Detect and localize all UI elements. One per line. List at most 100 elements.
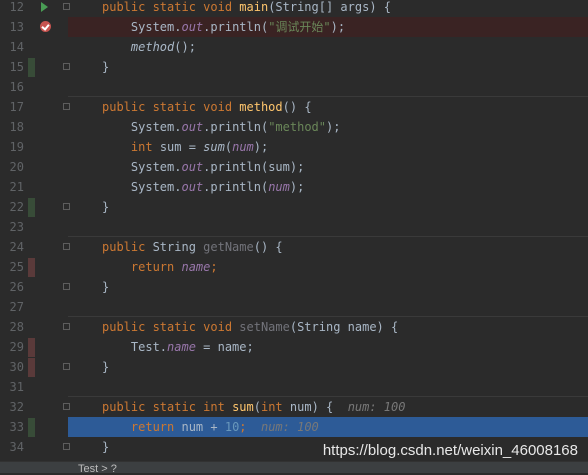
code-text[interactable]: int sum = sum(num); (102, 137, 268, 157)
line-number[interactable]: 27 (0, 297, 24, 317)
fold-close-icon[interactable] (63, 363, 70, 370)
breakpoint-icon[interactable] (40, 21, 51, 32)
code-text[interactable]: System.out.println(sum); (102, 157, 304, 177)
code-text[interactable]: } (102, 357, 109, 377)
code-text[interactable]: public static void setName(String name) … (102, 317, 398, 337)
line-number[interactable]: 25 (0, 257, 24, 277)
line-number[interactable]: 31 (0, 377, 24, 397)
code-text[interactable]: Test.name = name; (102, 337, 254, 357)
code-token: "调试开始" (268, 20, 331, 34)
code-token: ); (326, 120, 341, 134)
code-token: .println( (203, 20, 269, 34)
line-number[interactable]: 34 (0, 437, 24, 457)
code-text[interactable]: public static void method() { (102, 97, 312, 117)
code-line[interactable]: 18 System.out.println("method"); (0, 117, 588, 137)
line-number[interactable]: 13 (0, 17, 24, 37)
line-number[interactable]: 23 (0, 217, 24, 237)
code-line[interactable]: 28 public static void setName(String name… (0, 317, 588, 337)
code-line[interactable]: 25 return name; (0, 257, 588, 277)
line-number[interactable]: 18 (0, 117, 24, 137)
fold-close-icon[interactable] (63, 283, 70, 290)
code-line[interactable]: 14 method(); (0, 37, 588, 57)
line-number[interactable]: 29 (0, 337, 24, 357)
code-text[interactable]: System.out.println(num); (102, 177, 304, 197)
line-number[interactable]: 24 (0, 237, 24, 257)
code-line[interactable]: 24 public String getName() { (0, 237, 588, 257)
code-text[interactable]: method(); (102, 37, 196, 57)
code-line[interactable]: 21 System.out.println(num); (0, 177, 588, 197)
code-line[interactable]: 32 public static int sum(int num) { num: … (0, 397, 588, 417)
code-text[interactable]: return name; (102, 257, 218, 277)
code-line[interactable]: 22} (0, 197, 588, 217)
code-line[interactable]: 16 (0, 77, 588, 97)
code-token: String (152, 240, 204, 254)
line-number[interactable]: 15 (0, 57, 24, 77)
code-text[interactable]: System.out.println("method"); (102, 117, 341, 137)
code-text[interactable]: } (102, 437, 109, 457)
code-text[interactable]: System.out.println("调试开始"); (68, 17, 588, 37)
line-number[interactable]: 17 (0, 97, 24, 117)
line-number[interactable]: 30 (0, 357, 24, 377)
code-line[interactable]: 29 Test.name = name; (0, 337, 588, 357)
line-number[interactable]: 32 (0, 397, 24, 417)
code-line[interactable]: 33 return num + 10; num: 100 (0, 417, 588, 437)
code-line[interactable]: 31 (0, 377, 588, 397)
code-text[interactable]: public String getName() { (102, 237, 283, 257)
change-marker[interactable] (28, 358, 35, 377)
run-icon[interactable] (41, 2, 48, 12)
code-line[interactable]: 26} (0, 277, 588, 297)
code-token: Test. (102, 340, 168, 354)
line-number[interactable]: 28 (0, 317, 24, 337)
fold-open-icon[interactable] (63, 323, 70, 330)
code-line[interactable]: 19 int sum = sum(num); (0, 137, 588, 157)
fold-open-icon[interactable] (63, 3, 70, 10)
line-number[interactable]: 14 (0, 37, 24, 57)
fold-open-icon[interactable] (63, 103, 70, 110)
change-marker[interactable] (28, 338, 35, 357)
line-number[interactable]: 26 (0, 277, 24, 297)
code-token: } (102, 280, 110, 294)
change-marker[interactable] (28, 58, 35, 77)
code-text[interactable]: public static int sum(int num) { num: 10… (102, 397, 405, 417)
code-line[interactable]: 13 System.out.println("调试开始"); (0, 17, 588, 37)
code-token: sum (203, 140, 225, 154)
fold-close-icon[interactable] (63, 63, 70, 70)
code-token: } (102, 200, 110, 214)
fold-close-icon[interactable] (63, 203, 70, 210)
line-number[interactable]: 21 (0, 177, 24, 197)
fold-open-icon[interactable] (63, 403, 70, 410)
change-marker[interactable] (28, 258, 35, 277)
code-token: name (167, 340, 196, 354)
code-token: int (130, 140, 160, 154)
code-token: = name; (195, 340, 254, 354)
code-line[interactable]: 30} (0, 357, 588, 377)
line-number[interactable]: 22 (0, 197, 24, 217)
line-number[interactable]: 16 (0, 77, 24, 97)
code-text[interactable]: return num + 10; num: 100 (68, 417, 588, 437)
code-line[interactable]: 27 (0, 297, 588, 317)
code-text[interactable]: } (102, 197, 109, 217)
change-marker[interactable] (28, 418, 35, 437)
line-number[interactable]: 12 (0, 0, 24, 17)
code-text[interactable]: } (102, 277, 109, 297)
line-number[interactable]: 33 (0, 417, 24, 437)
fold-close-icon[interactable] (63, 443, 70, 450)
code-token: } (102, 440, 110, 454)
code-line[interactable]: 15} (0, 57, 588, 77)
code-token: ); (289, 180, 305, 194)
code-text[interactable]: public static void main(String[] args) { (102, 0, 391, 17)
code-editor[interactable]: 12 public static void main(String[] args)… (0, 0, 588, 460)
code-token: setName (239, 320, 290, 334)
line-number[interactable]: 20 (0, 157, 24, 177)
change-marker[interactable] (28, 198, 35, 217)
line-number[interactable]: 19 (0, 137, 24, 157)
code-line[interactable]: 20 System.out.println(sum); (0, 157, 588, 177)
code-line[interactable]: 23 (0, 217, 588, 237)
code-text[interactable]: } (102, 57, 109, 77)
code-line[interactable]: 12 public static void main(String[] args)… (0, 0, 588, 17)
fold-open-icon[interactable] (63, 243, 70, 250)
code-line[interactable]: 17 public static void method() { (0, 97, 588, 117)
code-token: num (232, 140, 254, 154)
